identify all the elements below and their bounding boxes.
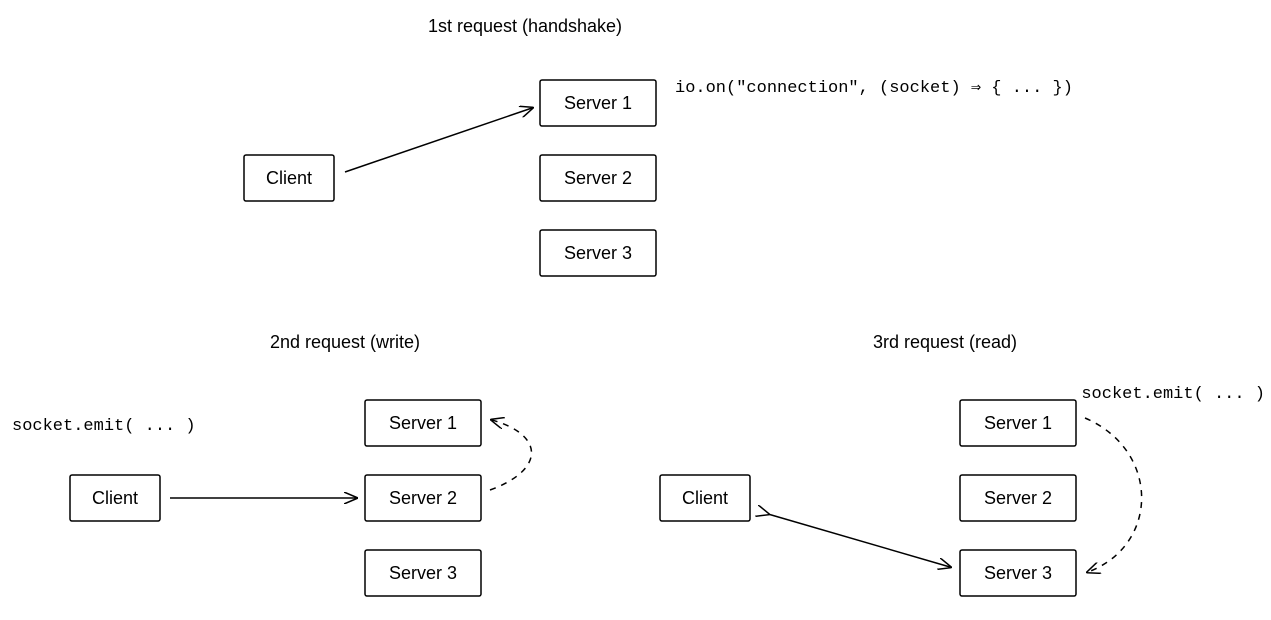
server1-label-3: Server 1 [984, 413, 1052, 433]
server2-label-3: Server 2 [984, 488, 1052, 508]
dashed-arrow-s2-to-s1 [490, 420, 532, 490]
code-read: socket.emit( ... ) [1081, 385, 1265, 404]
title-read: 3rd request (read) [873, 332, 1017, 352]
server2-box-3: Server 2 [960, 475, 1076, 521]
title-handshake: 1st request (handshake) [428, 16, 622, 36]
diagram-canvas: 1st request (handshake) Client Server 1 … [0, 0, 1271, 620]
server1-label-1: Server 1 [564, 93, 632, 113]
server2-label-1: Server 2 [564, 168, 632, 188]
client-box-1: Client [244, 155, 334, 201]
server3-box-3: Server 3 [960, 550, 1076, 596]
dashed-arrow-s1-to-s3 [1085, 418, 1142, 572]
section-handshake: 1st request (handshake) Client Server 1 … [244, 16, 1073, 276]
server3-label-2: Server 3 [389, 563, 457, 583]
client-box-2: Client [70, 475, 160, 521]
client-label-2: Client [92, 488, 138, 508]
server1-label-2: Server 1 [389, 413, 457, 433]
server2-label-2: Server 2 [389, 488, 457, 508]
client-label-1: Client [266, 168, 312, 188]
server1-box-3: Server 1 [960, 400, 1076, 446]
server3-box-2: Server 3 [365, 550, 481, 596]
server3-label-1: Server 3 [564, 243, 632, 263]
section-read: 3rd request (read) Client Server 1 Serve… [660, 332, 1265, 596]
server1-box-1: Server 1 [540, 80, 656, 126]
arrow-client-to-server1 [345, 108, 532, 172]
section-write: 2nd request (write) Client Server 1 Serv… [12, 332, 532, 596]
server2-box-1: Server 2 [540, 155, 656, 201]
server2-box-2: Server 2 [365, 475, 481, 521]
server3-label-3: Server 3 [984, 563, 1052, 583]
title-write: 2nd request (write) [270, 332, 420, 352]
code-write: socket.emit( ... ) [12, 417, 196, 436]
client-box-3: Client [660, 475, 750, 521]
server3-box-1: Server 3 [540, 230, 656, 276]
code-handshake: io.on("connection", (socket) ⇒ { ... }) [675, 79, 1073, 98]
client-label-3: Client [682, 488, 728, 508]
arrow-client-to-server3-bidir [768, 514, 950, 567]
server1-box-2: Server 1 [365, 400, 481, 446]
